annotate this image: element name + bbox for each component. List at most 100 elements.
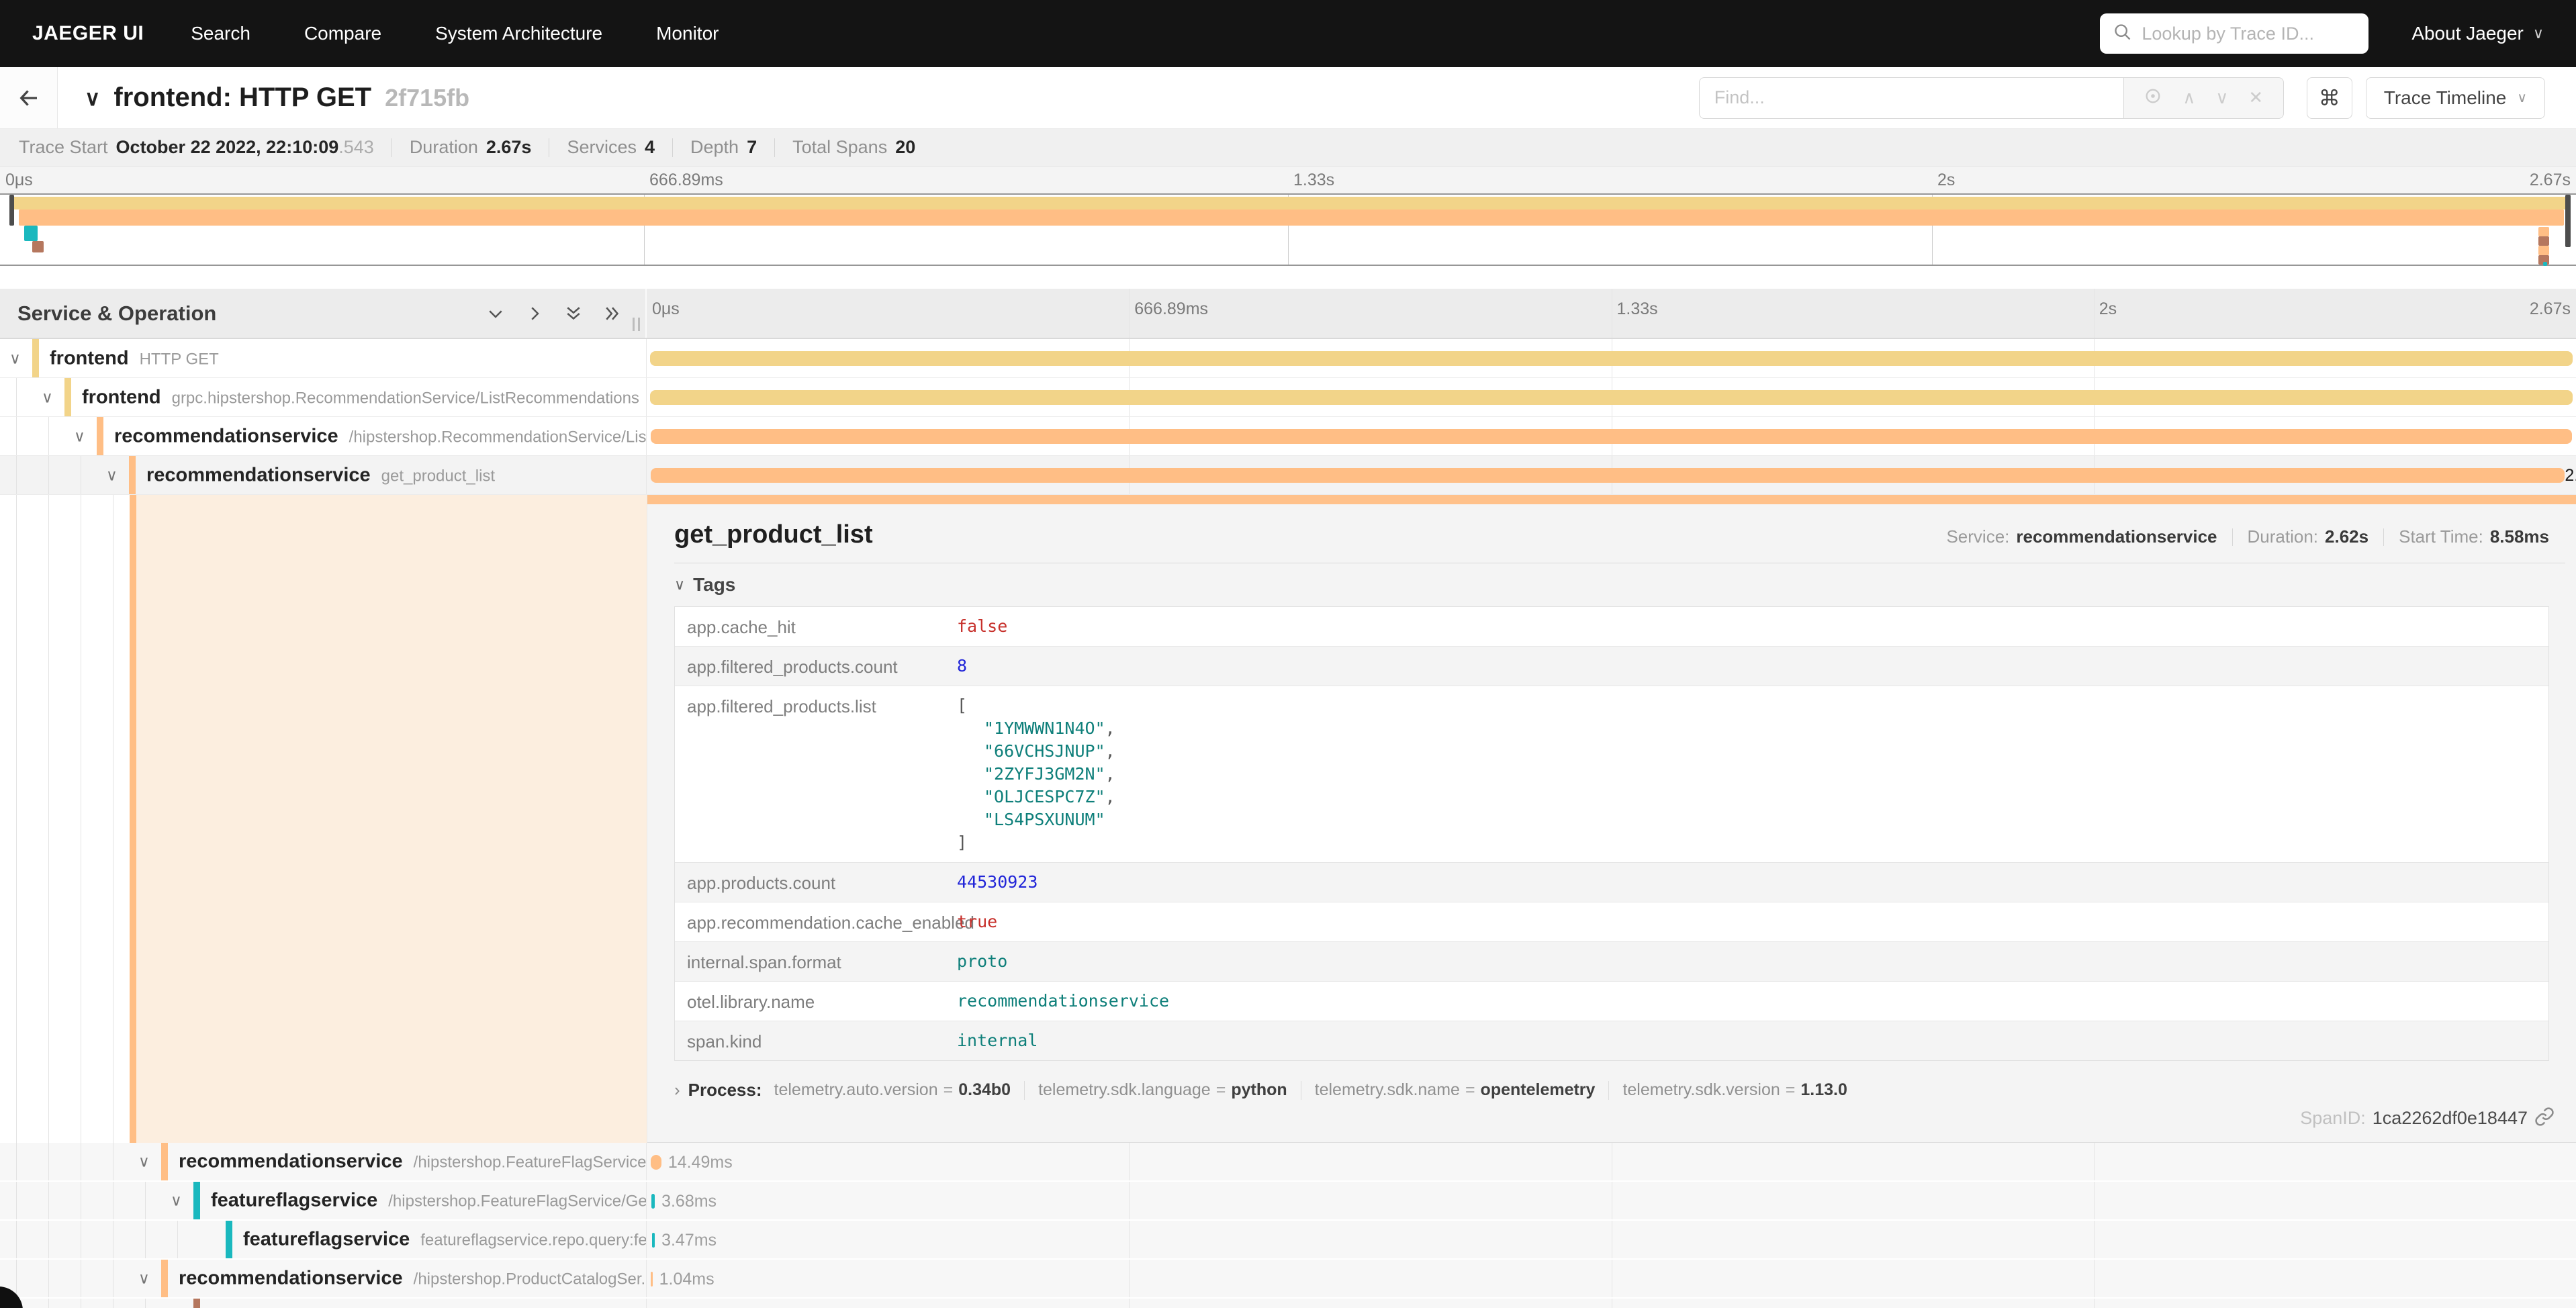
nav-item-monitor[interactable]: Monitor [656, 23, 719, 44]
tags-section-toggle[interactable]: ∨ Tags [674, 574, 2565, 596]
expand-one-icon[interactable] [524, 303, 545, 324]
span-timeline-cell[interactable] [647, 378, 2576, 416]
span-duration-bar[interactable] [650, 351, 2573, 366]
span-row[interactable]: ∨frontendHTTP GET [0, 339, 2576, 378]
span-name-cell[interactable]: ∨frontendgrpc.hipstershop.Recommendation… [0, 378, 647, 416]
tree-indent-guide [48, 1299, 49, 1308]
span-name-cell[interactable]: ∨featureflagservice/hipstershop.FeatureF… [0, 1182, 647, 1219]
trace-id-lookup[interactable] [2100, 13, 2368, 54]
span-duration-bar[interactable] [651, 1194, 655, 1209]
span-name-cell[interactable] [0, 1299, 647, 1308]
chevron-down-icon[interactable]: ∨ [106, 466, 118, 484]
tag-row[interactable]: otel.library.namerecommendationservice [675, 981, 2548, 1021]
span-row[interactable]: ∨recommendationservice/hipstershop.Produ… [0, 1260, 2576, 1299]
trace-minimap[interactable] [0, 193, 2576, 266]
trace-id-lookup-input[interactable] [2142, 24, 2379, 44]
collapse-one-icon[interactable] [486, 303, 506, 324]
span-duration-bar[interactable] [651, 1155, 661, 1170]
span-name-cell[interactable]: featureflagservicefeatureflagservice.rep… [0, 1221, 647, 1258]
span-timeline-cell[interactable]: 3.47ms [647, 1221, 2576, 1258]
minimap-span-bar [2543, 262, 2547, 266]
chevron-down-icon[interactable]: ∨ [138, 1153, 150, 1171]
span-row[interactable] [0, 1299, 2576, 1308]
find-input[interactable] [1699, 77, 2124, 119]
tag-key: app.filtered_products.count [687, 655, 957, 678]
tag-row[interactable]: app.filtered_products.list["1YMWWN1N4O",… [675, 686, 2548, 862]
span-row[interactable]: ∨recommendationserviceget_product_list2.… [0, 456, 2576, 495]
span-duration-bar[interactable] [650, 390, 2573, 405]
span-timeline-cell[interactable]: 14.49ms [647, 1143, 2576, 1180]
clear-find-icon[interactable]: ✕ [2248, 87, 2263, 108]
span-color-accent-bar [647, 495, 2576, 504]
process-section-toggle[interactable]: › Process: telemetry.auto.version=0.34b0… [674, 1080, 2565, 1101]
start-time-label: Start Time: [2399, 526, 2483, 547]
span-name-cell[interactable]: ∨recommendationservice/hipstershop.Produ… [0, 1260, 647, 1297]
span-duration-bar[interactable] [651, 1272, 653, 1287]
prev-result-icon[interactable]: ∧ [2182, 87, 2195, 108]
span-detail-header: get_product_list Service: recommendation… [674, 520, 2565, 549]
timeline-tick-label: 666.89ms [644, 171, 723, 190]
tag-value: false [957, 615, 1007, 638]
span-timeline-cell[interactable]: 1.04ms [647, 1260, 2576, 1297]
service-name: recommendationservice [179, 1151, 403, 1172]
tag-key: app.cache_hit [687, 615, 957, 638]
span-row[interactable]: ∨recommendationservice/hipstershop.Featu… [0, 1143, 2576, 1182]
tag-row[interactable]: internal.span.formatproto [675, 941, 2548, 981]
span-row[interactable]: ∨recommendationservice/hipstershop.Recom… [0, 417, 2576, 456]
tag-row[interactable]: app.filtered_products.count8 [675, 646, 2548, 686]
selected-span-tint [136, 495, 647, 1143]
collapse-all-icon[interactable] [563, 303, 584, 324]
tag-key: app.products.count [687, 871, 957, 894]
nav-item-system-architecture[interactable]: System Architecture [435, 23, 602, 44]
minimap-scrubber-left[interactable] [9, 195, 14, 226]
focus-target-icon[interactable] [2144, 87, 2162, 109]
span-timeline-cell[interactable]: 2.62s [647, 456, 2576, 494]
collapse-header-icon[interactable]: ∨ [85, 85, 100, 111]
service-color-bar [161, 1143, 168, 1180]
timeline-header-ticks: 0μs666.89ms1.33s2s2.67s [647, 289, 2576, 338]
nav-item-compare[interactable]: Compare [304, 23, 381, 44]
link-icon[interactable] [2534, 1107, 2555, 1130]
span-name-cell[interactable]: ∨recommendationserviceget_product_list [0, 456, 647, 494]
tag-row[interactable]: app.products.count44530923 [675, 862, 2548, 902]
chevron-down-icon[interactable]: ∨ [74, 427, 85, 445]
span-timeline-cell[interactable] [647, 417, 2576, 455]
expand-all-icon[interactable] [602, 303, 623, 324]
span-name-cell[interactable]: ∨recommendationservice/hipstershop.Featu… [0, 1143, 647, 1180]
duration-value: 2.67s [486, 137, 532, 158]
chevron-down-icon[interactable]: ∨ [42, 388, 53, 406]
next-result-icon[interactable]: ∨ [2215, 87, 2228, 108]
equals-sign: = [944, 1080, 954, 1100]
span-name-cell[interactable]: ∨frontendHTTP GET [0, 339, 647, 377]
span-detail-body: get_product_list Service: recommendation… [647, 504, 2576, 1143]
span-row[interactable]: ∨frontendgrpc.hipstershop.Recommendation… [0, 378, 2576, 417]
span-row[interactable]: featureflagservicefeatureflagservice.rep… [0, 1221, 2576, 1260]
span-timeline-cell[interactable] [647, 1299, 2576, 1308]
keyboard-shortcuts-button[interactable]: ⌘ [2307, 77, 2352, 119]
span-timeline-cell[interactable]: 3.68ms [647, 1182, 2576, 1219]
tag-row[interactable]: app.recommendation.cache_enabledtrue [675, 902, 2548, 941]
about-jaeger-menu[interactable]: About Jaeger ∨ [2411, 23, 2544, 44]
app-logo[interactable]: JAEGER UI [32, 22, 144, 45]
span-timeline-cell[interactable] [647, 339, 2576, 377]
tree-indent-guide [16, 456, 17, 494]
tag-row[interactable]: app.cache_hitfalse [675, 607, 2548, 646]
back-button[interactable] [0, 67, 58, 128]
timeline-column-header: Service & Operation 0μs666.89ms1.33s2s2.… [0, 289, 2576, 339]
tag-key: app.recommendation.cache_enabled [687, 910, 957, 933]
nav-item-search[interactable]: Search [191, 23, 250, 44]
trace-view-selector[interactable]: Trace Timeline ∨ [2366, 77, 2545, 119]
span-duration-bar[interactable] [651, 429, 2571, 444]
chevron-down-icon[interactable]: ∨ [138, 1270, 150, 1288]
tree-indent-guide [145, 1299, 146, 1308]
tag-row[interactable]: span.kindinternal [675, 1021, 2548, 1060]
span-duration-bar[interactable] [651, 468, 2565, 483]
span-name-cell[interactable]: ∨recommendationservice/hipstershop.Recom… [0, 417, 647, 455]
chevron-down-icon[interactable]: ∨ [171, 1192, 182, 1210]
column-resize-handle[interactable] [633, 318, 640, 331]
span-duration-bar[interactable] [652, 1233, 655, 1248]
span-row[interactable]: ∨featureflagservice/hipstershop.FeatureF… [0, 1182, 2576, 1221]
minimap-scrubber-right[interactable] [2565, 195, 2571, 247]
search-icon [2113, 23, 2132, 45]
chevron-down-icon[interactable]: ∨ [9, 349, 21, 367]
